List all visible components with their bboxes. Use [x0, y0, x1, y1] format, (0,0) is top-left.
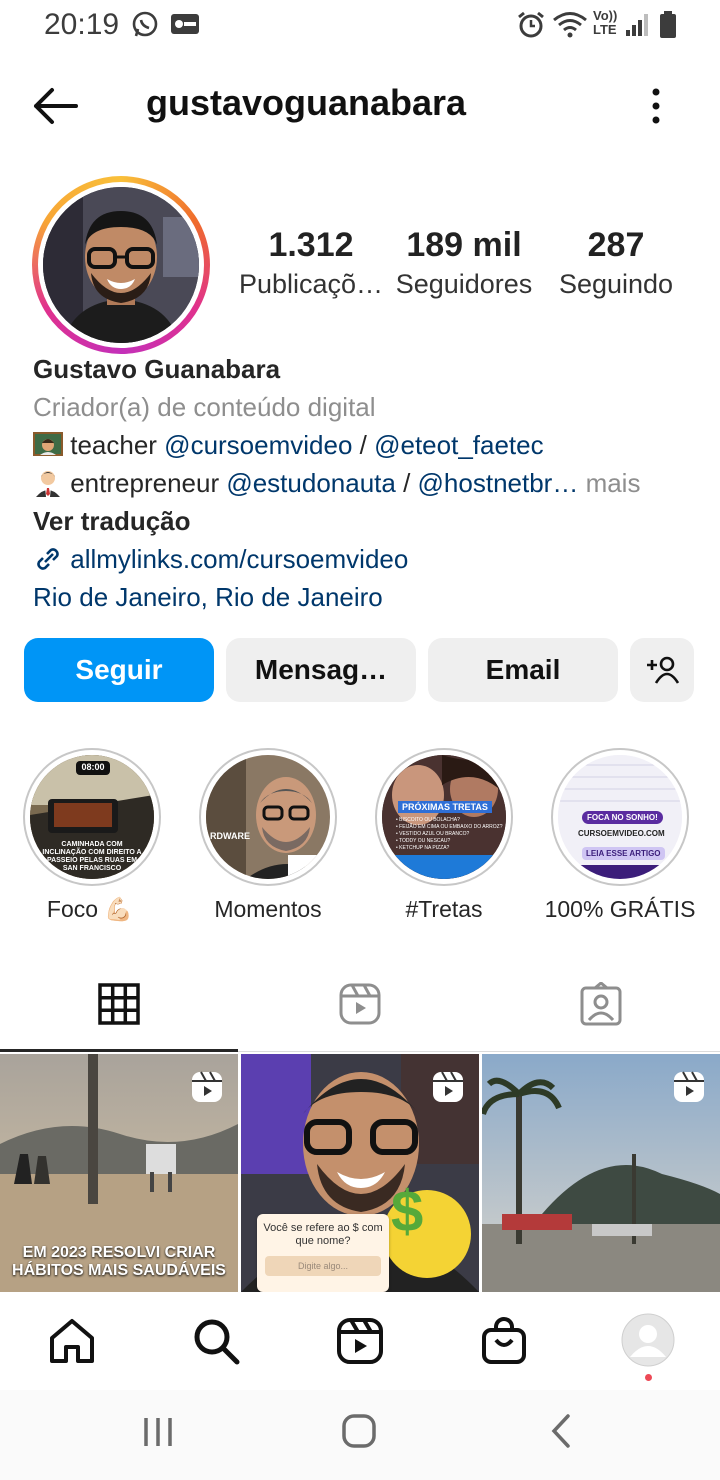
search-icon[interactable]: [191, 1316, 241, 1366]
post-tile[interactable]: $ Você se refere ao $ com que nome? Digi…: [241, 1054, 479, 1292]
whatsapp-icon: [132, 11, 158, 37]
signal-icon: [626, 14, 648, 36]
highlight-momentos[interactable]: RDWARE: [199, 748, 337, 886]
stat-posts[interactable]: 1.312 Publicaçõ…: [231, 226, 391, 300]
mention-estudonauta[interactable]: @estudonauta: [226, 468, 396, 498]
dollar-sticker: $: [391, 1179, 424, 1244]
home-button-icon[interactable]: [342, 1414, 376, 1448]
post-caption: EM 2023 RESOLVI CRIAR HÁBITOS MAIS SAUDÁ…: [12, 1244, 226, 1279]
highlight-tretas-list: • BISCOITO OU BOLACHA? • FEIJÃO EM CIMA …: [396, 817, 503, 851]
wifi-icon: [553, 12, 587, 38]
stat-followers[interactable]: 189 mil Seguidores: [384, 226, 544, 300]
add-person-icon: [647, 656, 679, 684]
website-link[interactable]: allmylinks.com/cursoemvideo: [70, 544, 408, 574]
stat-following[interactable]: 287 Seguindo: [536, 226, 696, 300]
suggested-users-button[interactable]: [630, 638, 694, 702]
reel-badge-icon: [192, 1071, 222, 1102]
post-tile[interactable]: EM 2023 RESOLVI CRIAR HÁBITOS MAIS SAUDÁ…: [0, 1054, 238, 1292]
grid-tab-icon[interactable]: [97, 982, 141, 1026]
status-time: 20:19: [44, 8, 120, 41]
reel-badge-icon: [674, 1071, 704, 1102]
question-input: Digite algo...: [265, 1256, 381, 1276]
more-options-icon[interactable]: [636, 86, 676, 126]
followers-count: 189 mil: [406, 226, 522, 264]
highlight-label-gratis: 100% GRÁTIS: [544, 896, 696, 922]
teacher-emoji-icon: [33, 432, 63, 456]
highlight-gratis-site: CURSOEMVIDEO.COM: [578, 829, 665, 838]
avatar[interactable]: [43, 187, 199, 343]
highlight-foco[interactable]: 08:00 CAMINHADA COM INCLINAÇÃO COM DIREI…: [23, 748, 161, 886]
following-label: Seguindo: [558, 269, 674, 299]
tagged-tab-icon[interactable]: [579, 982, 623, 1026]
status-bar: 20:19 Vo)) LTE: [0, 0, 720, 52]
reels-icon[interactable]: [335, 1316, 385, 1366]
mention-hostnetbr[interactable]: @hostnetbr…: [418, 468, 579, 498]
question-text: Você se refere ao $ com que nome?: [263, 1222, 383, 1247]
alarm-icon: [518, 11, 544, 38]
bio-line-teacher: teacher @cursoemvideo / @eteot_faetec: [33, 430, 544, 461]
profile-avatar-icon[interactable]: [621, 1313, 675, 1367]
highlight-gratis-badge: FOCA NO SONHO!: [582, 811, 663, 824]
followers-label: Seguidores: [395, 269, 533, 299]
mention-cursoemvideo[interactable]: @cursoemvideo: [164, 430, 352, 460]
highlight-label-tretas: #Tretas: [405, 896, 483, 922]
link-icon: [37, 548, 59, 570]
highlight-foco-time: 08:00: [81, 762, 105, 772]
businessman-emoji-icon: [36, 471, 60, 497]
reel-badge-icon: [433, 1071, 463, 1102]
post-tile[interactable]: [482, 1054, 720, 1292]
battery-icon: [660, 11, 676, 38]
profile-name: Gustavo Guanabara: [33, 354, 281, 384]
highlight-momentos-caption: RDWARE: [210, 831, 250, 841]
active-tab-indicator: [0, 1049, 238, 1052]
home-icon[interactable]: [47, 1316, 97, 1366]
highlight-label-foco: Foco 💪🏻: [46, 896, 134, 922]
highlight-label-momentos: Momentos: [214, 896, 322, 922]
recent-apps-icon[interactable]: [142, 1416, 174, 1448]
profile-category: Criador(a) de conteúdo digital: [33, 392, 376, 422]
highlight-tretas-title: PRÓXIMAS TRETAS: [398, 801, 492, 813]
back-button-icon[interactable]: [548, 1414, 574, 1448]
mention-eteot-faetec[interactable]: @eteot_faetec: [374, 430, 544, 460]
highlight-tretas[interactable]: PRÓXIMAS TRETAS • BISCOITO OU BOLACHA? •…: [375, 748, 513, 886]
shop-icon[interactable]: [479, 1316, 529, 1366]
profile-username: gustavoguanabara: [146, 82, 467, 123]
bio-more-link[interactable]: mais: [578, 468, 641, 498]
back-arrow-icon[interactable]: [30, 84, 82, 128]
see-translation-link[interactable]: Ver tradução: [33, 506, 191, 537]
reels-tab-icon[interactable]: [338, 982, 382, 1026]
highlight-foco-caption: CAMINHADA COM INCLINAÇÃO COM DIREITO A P…: [42, 841, 142, 872]
highlight-gratis[interactable]: FOCA NO SONHO! CURSOEMVIDEO.COM LEIA ESS…: [551, 748, 689, 886]
notification-dot: [645, 1374, 652, 1381]
website-link-row[interactable]: allmylinks.com/cursoemvideo: [33, 544, 408, 575]
question-sticker: Você se refere ao $ com que nome? Digite…: [257, 1214, 389, 1292]
posts-label: Publicaçõ…: [238, 269, 384, 299]
following-count: 287: [587, 226, 645, 264]
email-button[interactable]: Email: [428, 638, 618, 702]
vpn-key-icon: [171, 14, 199, 34]
message-button[interactable]: Mensag…: [226, 638, 416, 702]
volte-indicator: Vo)) LTE: [593, 8, 618, 37]
highlight-gratis-cta: LEIA ESSE ARTIGO: [582, 847, 665, 860]
posts-count: 1.312: [268, 226, 354, 264]
bio-line-entrepreneur: entrepreneur @estudonauta / @hostnetbr… …: [33, 468, 640, 499]
location-link[interactable]: Rio de Janeiro, Rio de Janeiro: [33, 582, 383, 613]
follow-button[interactable]: Seguir: [24, 638, 214, 702]
